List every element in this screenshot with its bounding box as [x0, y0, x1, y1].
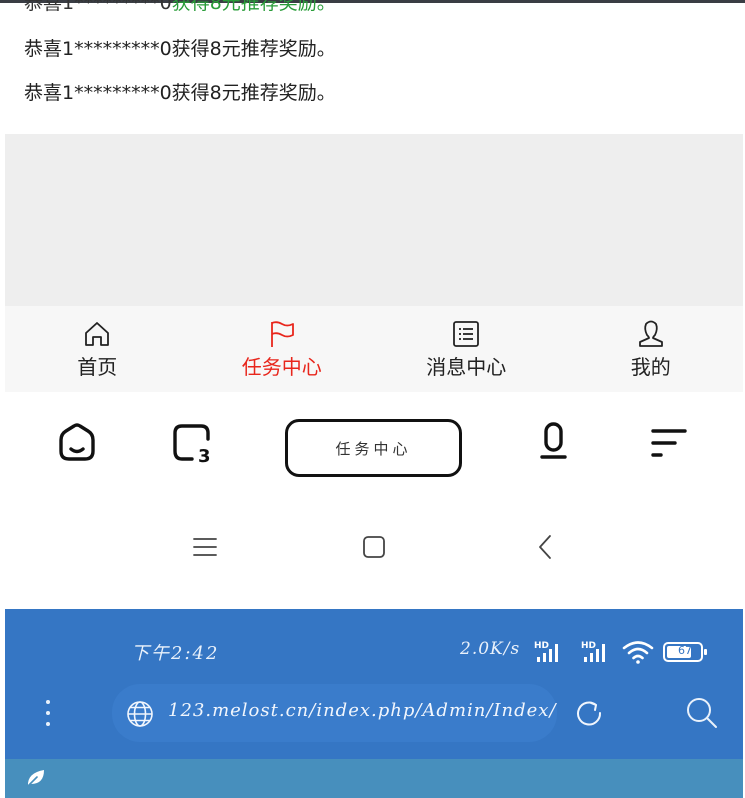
microphone-icon[interactable]	[531, 419, 577, 465]
browser-home-icon[interactable]	[54, 419, 100, 465]
flag-icon	[270, 321, 294, 347]
nav-home-icon[interactable]	[359, 532, 389, 562]
home-icon	[85, 322, 110, 346]
signal-icon: HD	[534, 641, 558, 662]
notice-item: 恭喜1*********0获得8元推荐奖励。	[24, 82, 336, 104]
network-speed: 2.0K/s	[460, 639, 521, 659]
address-row: 123.melost.cn/index.php/Admin/Index/	[0, 680, 745, 744]
content-placeholder	[5, 134, 743, 306]
reload-icon[interactable]	[574, 698, 604, 728]
signal-icon-2: HD	[581, 641, 605, 662]
notice-item: 恭喜1*********0获得8元推荐奖励。	[24, 38, 336, 60]
battery-level: 67	[678, 644, 692, 657]
notice-partial-highlight: 获得8元推荐奖励。	[171, 0, 336, 14]
tab-mine[interactable]: 我的	[559, 306, 744, 392]
wifi-icon	[622, 641, 654, 664]
back-icon[interactable]	[530, 532, 560, 562]
task-center-pill-button[interactable]: 任务中心	[285, 419, 462, 477]
tab-home-label: 首页	[77, 355, 118, 379]
status-time: 下午2:42	[131, 643, 220, 664]
tab-messages[interactable]: 消息中心	[374, 306, 559, 392]
recent-apps-icon[interactable]	[190, 532, 220, 562]
url-field[interactable]: 123.melost.cn/index.php/Admin/Index/	[112, 684, 557, 742]
menu-lines-icon[interactable]	[646, 419, 692, 465]
svg-text:3: 3	[198, 446, 211, 465]
search-icon[interactable]	[685, 696, 719, 730]
list-icon	[453, 321, 480, 347]
svg-text:HD: HD	[581, 641, 596, 651]
tab-mine-label: 我的	[630, 355, 671, 379]
notice-partial: 恭喜1*********0获得8元推荐奖励。	[24, 0, 336, 15]
leaf-icon	[27, 770, 44, 787]
globe-icon	[127, 701, 153, 727]
tab-messages-label: 消息中心	[426, 355, 507, 379]
tab-home[interactable]: 首页	[5, 306, 190, 392]
tabs-icon[interactable]: 3	[168, 419, 214, 465]
svg-text:HD: HD	[534, 641, 549, 651]
user-icon	[638, 320, 663, 347]
notice-partial-prefix: 恭喜1*********0	[24, 0, 172, 14]
url-text: 123.melost.cn/index.php/Admin/Index/	[168, 700, 557, 721]
bottom-tabbar: 首页 任务中心 消息中心 我的	[5, 306, 743, 392]
more-options-icon[interactable]	[38, 696, 58, 730]
system-nav-bar	[0, 522, 745, 572]
bottom-strip	[5, 759, 743, 798]
tab-task-center[interactable]: 任务中心	[190, 306, 375, 392]
tab-task-center-label: 任务中心	[241, 355, 322, 379]
